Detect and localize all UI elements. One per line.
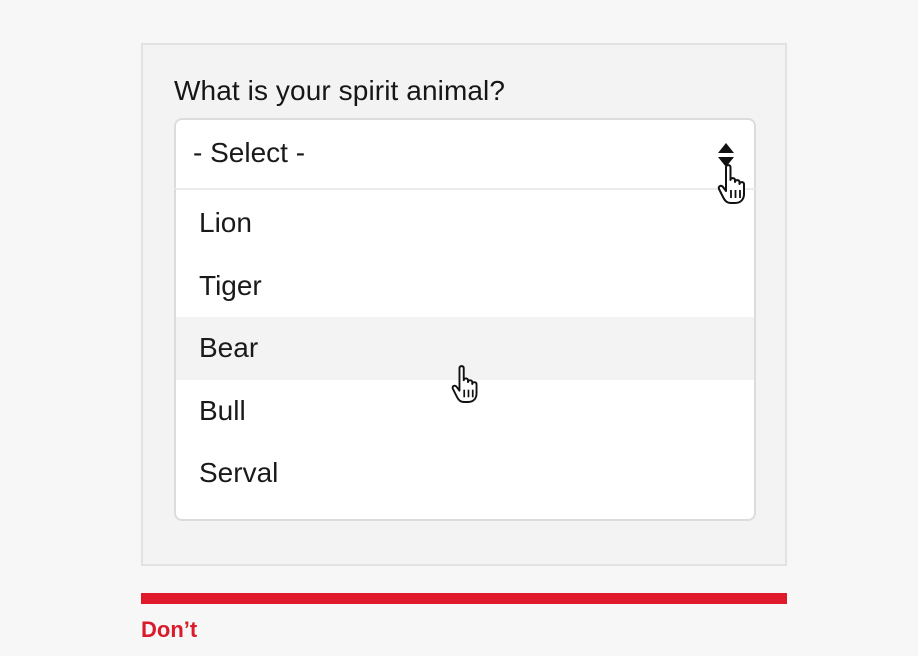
form-card: What is your spirit animal? - Select - L… bbox=[141, 43, 787, 566]
option-label: Lion bbox=[199, 207, 252, 238]
option-tiger[interactable]: Tiger bbox=[176, 255, 754, 318]
option-serval[interactable]: Serval bbox=[176, 442, 754, 505]
dont-label: Don’t bbox=[141, 617, 198, 642]
select-value: - Select - bbox=[193, 137, 306, 168]
question-label: What is your spirit animal? bbox=[174, 75, 506, 106]
option-lion[interactable]: Lion bbox=[176, 192, 754, 255]
hand-pointer-cursor-icon bbox=[717, 164, 745, 204]
option-label: Tiger bbox=[199, 269, 262, 301]
spirit-animal-select[interactable]: - Select - bbox=[174, 118, 756, 190]
dont-indicator-bar bbox=[141, 593, 787, 604]
option-label: Bear bbox=[199, 332, 259, 363]
hand-pointer-cursor-icon bbox=[451, 365, 478, 403]
dropdown-listbox: Lion Tiger Bear Bull Serval bbox=[174, 188, 756, 521]
example-stage: What is your spirit animal? - Select - L… bbox=[0, 0, 918, 656]
option-label: Bull bbox=[199, 394, 246, 426]
option-label: Serval bbox=[199, 457, 279, 488]
